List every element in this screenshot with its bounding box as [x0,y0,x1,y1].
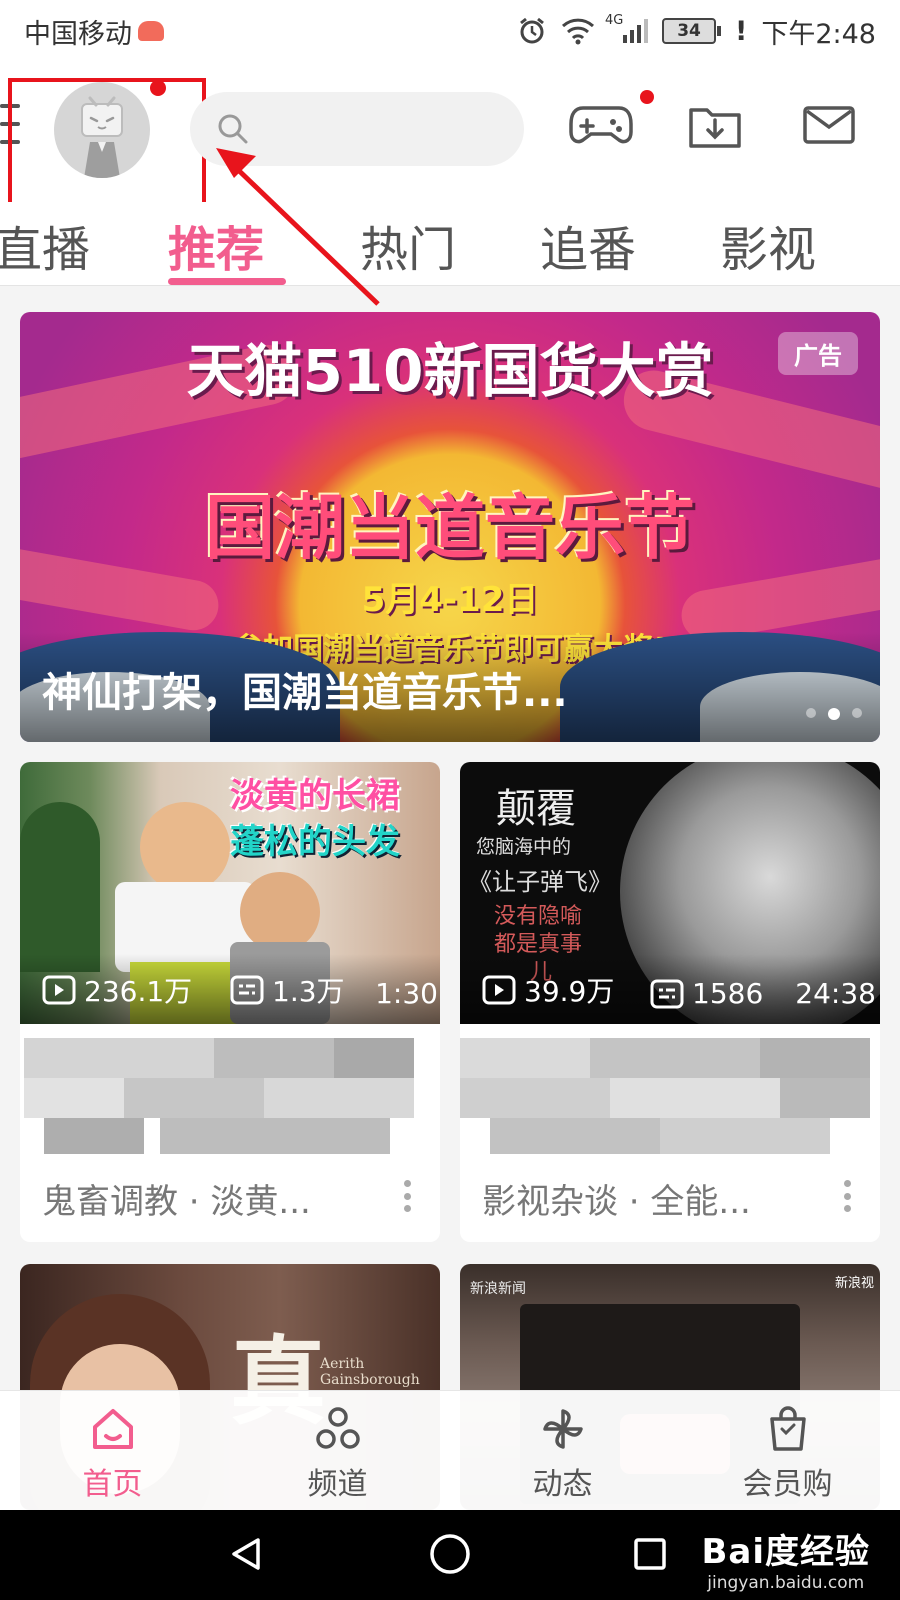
recents-button[interactable] [620,1524,680,1584]
back-button[interactable] [216,1524,276,1584]
charging-alert: ! [735,15,748,47]
nav-label: 会员购 [742,1467,833,1502]
thumb-caption: 颠覆 [496,786,576,832]
tab-popular[interactable]: 热门 [360,210,456,280]
watermark-sub: jingyan.baidu.com [707,1573,865,1593]
back-triangle-icon [232,1538,260,1570]
gamepad-icon [569,106,633,144]
game-notification-dot [640,90,654,104]
nav-label: 动态 [532,1467,593,1502]
search-input[interactable] [262,115,522,143]
danmaku-count-value: 1586 [692,977,764,1010]
wifi-icon [561,17,595,45]
banner-dates: 5月4-12日 [361,580,539,620]
tab-movies[interactable]: 影视 [720,210,816,280]
watermark-main: Bai度经验 [701,1532,870,1572]
battery-level: 34 [662,18,717,44]
play-count: 39.9万 [482,970,614,1010]
search-icon [218,114,248,144]
thumb-caption: 蓬松的头发 [230,822,400,862]
messages-button[interactable] [796,92,862,158]
thumb-caption: Aerith [320,1356,365,1372]
danmaku-count-value: 1.3万 [272,975,345,1008]
play-count-value: 236.1万 [84,975,193,1008]
nav-home[interactable]: 首页 [0,1391,225,1511]
sina-video-logo: 新浪视 [834,1276,874,1291]
danmaku-count: 1586 [650,977,763,1010]
banner-carousel[interactable]: 天猫510新国货大赏 广告 国潮当道音乐节 5月4-12日 参加国潮当道音乐节即… [20,312,880,742]
play-count: 236.1万 [42,970,192,1010]
tab-anime[interactable]: 追番 [540,210,636,280]
mail-icon [803,106,855,144]
banner-festival-title: 国潮当道音乐节 [205,487,695,569]
pixelated-title [20,1034,440,1174]
nav-vip-shop[interactable]: 会员购 [675,1391,900,1511]
tab-active-indicator [168,278,286,285]
status-right: 4G 34 ! 下午2:48 [517,12,876,51]
channel-icon [315,1407,360,1449]
thumb-caption: 《让子弹飞》 [468,868,612,896]
video-card[interactable]: 淡黄的长裙 蓬松的头发 236.1万 1.3万 1:30 鬼畜调教 · 淡黄..… [20,762,440,1242]
pixelated-title [460,1034,880,1174]
thumb-caption: 淡黄的长裙 [230,776,400,816]
banner-title: 神仙打架，国潮当道音乐节... [42,670,568,716]
carrier-logo-icon [138,21,164,41]
baidu-jingyan-watermark: Bai度经验 jingyan.baidu.com [701,1524,870,1593]
search-bar[interactable] [190,92,524,166]
recents-square-icon [634,1538,666,1570]
channel-tabs: 直播 推荐 热门 追番 影视 [0,202,900,286]
play-icon [482,975,516,1005]
danmaku-count: 1.3万 [230,970,345,1010]
thumb-caption: Gainsborough [320,1372,420,1388]
download-folder-icon [689,108,741,148]
nav-dynamic[interactable]: 动态 [450,1391,675,1511]
thumb-caption: 您脑海中的 [476,836,572,858]
thumb-stats-overlay: 39.9万 1586 24:38 [460,954,880,1024]
video-category[interactable]: 影视杂谈 · 全能... [482,1174,751,1223]
status-time: 下午2:48 [761,18,876,50]
system-nav-bar: Bai度经验 jingyan.baidu.com [0,1510,900,1600]
video-thumbnail[interactable]: 淡黄的长裙 蓬松的头发 236.1万 1.3万 1:30 [20,762,440,1024]
child-figure [240,872,320,952]
home-icon [92,1409,133,1449]
home-circle-icon [430,1534,470,1574]
status-left: 中国移动 [24,12,164,51]
play-count-value: 39.9万 [524,975,615,1008]
video-thumbnail[interactable]: 颠覆 您脑海中的 《让子弹飞》 没有隐喻 都是真事 儿 39.9万 1586 2… [460,762,880,1024]
nav-channel[interactable]: 频道 [225,1391,450,1511]
news-logo-text: 新浪新闻 [470,1281,526,1297]
video-card[interactable]: 颠覆 您脑海中的 《让子弹飞》 没有隐喻 都是真事 儿 39.9万 1586 2… [460,762,880,1242]
nav-label: 首页 [82,1467,143,1502]
more-options-icon[interactable] [844,1180,852,1212]
carousel-indicator [806,708,862,720]
bottom-nav: 首页 频道 动态 会员购 [0,1390,900,1510]
video-duration: 24:38 [795,977,876,1010]
network-type-label: 4G [605,13,624,28]
thumb-stats-overlay: 236.1万 1.3万 1:30 [20,954,440,1024]
video-duration: 1:30 [375,977,438,1010]
plant-shape [20,802,100,972]
tab-live[interactable]: 直播 [0,210,90,280]
shopping-bag-icon [769,1406,806,1451]
battery-icon: 34 [662,18,722,44]
home-button[interactable] [420,1524,480,1584]
download-button[interactable] [682,92,748,158]
status-bar: 中国移动 4G 34 ! 下午2:48 [0,0,900,62]
video-category[interactable]: 鬼畜调教 · 淡黄... [42,1174,311,1223]
danmaku-icon [650,979,684,1008]
more-options-icon[interactable] [404,1180,412,1212]
tab-recommend[interactable]: 推荐 [168,210,264,280]
play-icon [42,975,76,1005]
banner-headline: 天猫510新国货大赏 [186,337,714,405]
danmaku-icon [230,975,264,1005]
ad-badge: 广告 [778,332,858,375]
alarm-icon [517,16,547,46]
nav-label: 频道 [307,1467,368,1502]
cellular-signal-icon: 4G [605,13,649,43]
child-figure [140,802,230,892]
game-center-button[interactable] [568,92,634,158]
pinwheel-icon [542,1409,583,1449]
header [0,62,900,272]
carrier-name: 中国移动 [24,18,132,50]
